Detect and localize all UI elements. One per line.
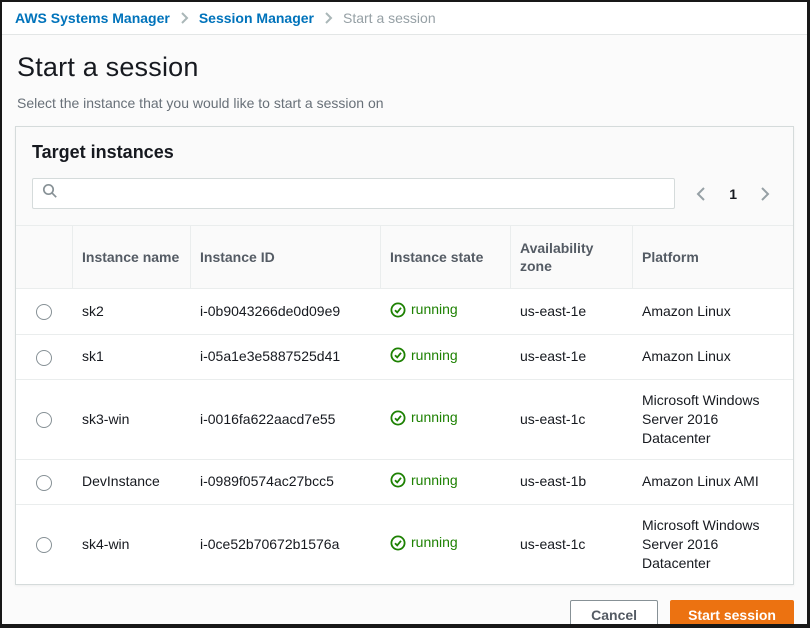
instance-radio[interactable] [36,412,52,428]
platform: Microsoft Windows Server 2016 Datacenter [632,380,793,460]
search-input[interactable] [66,186,665,202]
cancel-button[interactable]: Cancel [570,600,658,628]
instance-id: i-0b9043266de0d09e9 [190,289,380,334]
header-select-column [16,226,72,289]
instance-state: running [390,533,458,552]
header-instance-name: Instance name [72,226,190,289]
instance-id: i-0989f0574ac27bcc5 [190,459,380,504]
instance-id: i-05a1e3e5887525d41 [190,334,380,379]
previous-page-button[interactable] [689,182,713,206]
table-row: sk2 i-0b9043266de0d09e9 running us-east-… [16,289,793,334]
availability-zone: us-east-1e [510,334,632,379]
instance-name: sk4-win [72,505,190,584]
table-row: sk1 i-05a1e3e5887525d41 running us-east-… [16,334,793,379]
header-availability-zone: Availability zone [510,226,632,289]
search-icon [42,183,58,204]
next-page-button[interactable] [753,182,777,206]
page-subtitle: Select the instance that you would like … [17,95,794,111]
instance-state: running [390,300,458,319]
header-instance-id: Instance ID [190,226,380,289]
instance-name: sk3-win [72,380,190,460]
breadcrumb: AWS Systems Manager Session Manager Star… [2,2,807,35]
instance-name: DevInstance [72,459,190,504]
platform: Amazon Linux AMI [632,459,793,504]
instance-radio[interactable] [36,350,52,366]
search-box[interactable] [32,178,675,209]
target-instances-panel: Target instances 1 [15,126,794,585]
check-circle-icon [390,302,406,318]
check-circle-icon [390,472,406,488]
availability-zone: us-east-1b [510,459,632,504]
pagination: 1 [689,182,777,206]
availability-zone: us-east-1e [510,289,632,334]
instance-id: i-0ce52b70672b1576a [190,505,380,584]
chevron-right-icon [180,11,189,25]
instance-state: running [390,346,458,365]
panel-title: Target instances [32,142,777,163]
instance-radio[interactable] [36,475,52,491]
instance-id: i-0016fa622aacd7e55 [190,380,380,460]
check-circle-icon [390,535,406,551]
breadcrumb-link-session-manager[interactable]: Session Manager [199,10,314,26]
instance-state: running [390,471,458,490]
panel-header: Target instances 1 [16,127,793,225]
table-header-row: Instance name Instance ID Instance state… [16,226,793,289]
platform: Amazon Linux [632,334,793,379]
instance-state: running [390,408,458,427]
header-instance-state: Instance state [380,226,510,289]
platform: Amazon Linux [632,289,793,334]
platform: Microsoft Windows Server 2016 Datacenter [632,505,793,584]
table-row: sk3-win i-0016fa622aacd7e55 running us-e… [16,380,793,460]
check-circle-icon [390,410,406,426]
header-platform: Platform [632,226,793,289]
table-row: DevInstance i-0989f0574ac27bcc5 running … [16,459,793,504]
instances-table: Instance name Instance ID Instance state… [16,225,793,584]
page-title: Start a session [17,52,794,83]
footer-actions: Cancel Start session [15,600,794,628]
instance-name: sk2 [72,289,190,334]
table-row: sk4-win i-0ce52b70672b1576a running us-e… [16,505,793,584]
breadcrumb-link-systems-manager[interactable]: AWS Systems Manager [15,10,170,26]
check-circle-icon [390,347,406,363]
chevron-right-icon [324,11,333,25]
instance-name: sk1 [72,334,190,379]
app-window: AWS Systems Manager Session Manager Star… [0,0,810,628]
breadcrumb-current: Start a session [343,10,436,26]
page-number[interactable]: 1 [719,186,747,202]
start-session-button[interactable]: Start session [670,600,794,628]
availability-zone: us-east-1c [510,505,632,584]
availability-zone: us-east-1c [510,380,632,460]
instance-radio[interactable] [36,537,52,553]
instance-radio[interactable] [36,304,52,320]
